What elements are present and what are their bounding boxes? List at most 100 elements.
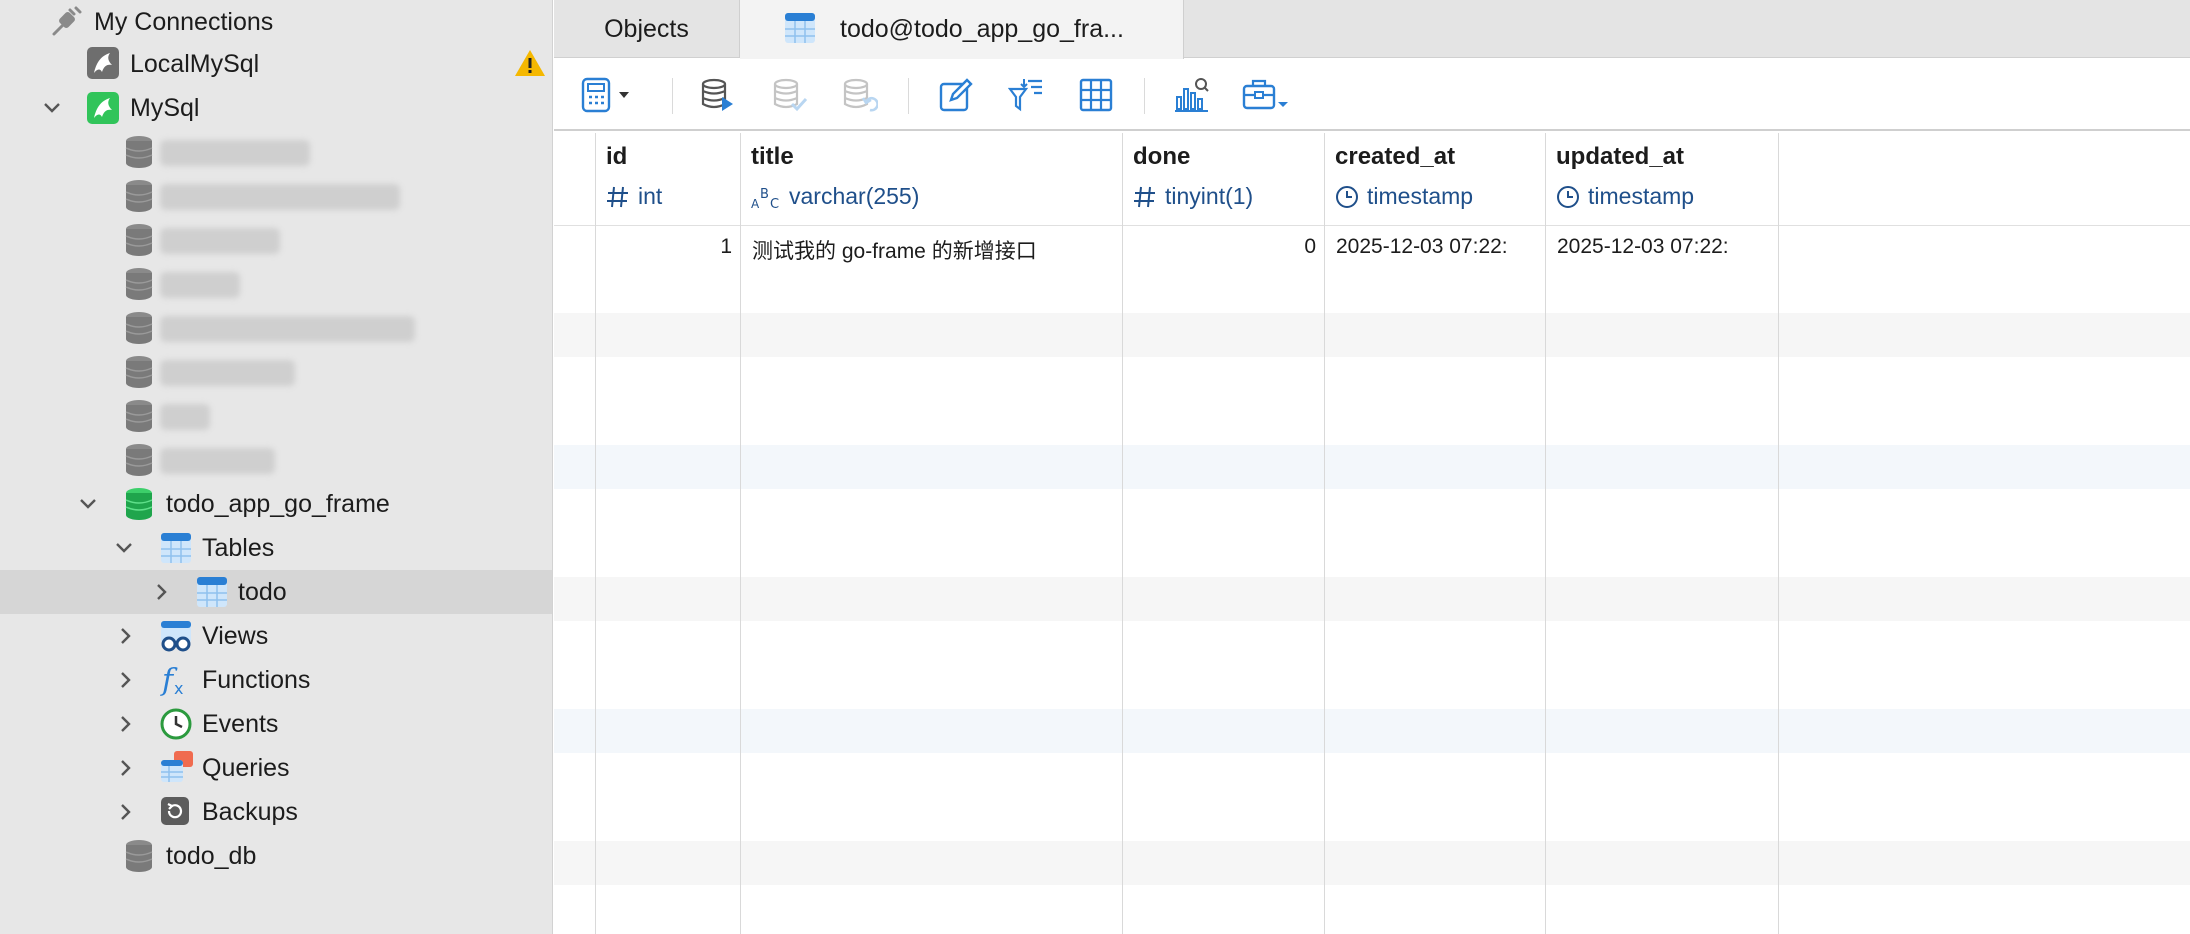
column-divider: [1545, 133, 1546, 934]
connection-mysql[interactable]: MySql: [0, 86, 552, 130]
row-stripe: [554, 445, 2190, 489]
blurred-database-item[interactable]: [0, 350, 552, 394]
tables-group[interactable]: Tables: [0, 526, 552, 570]
chevron-down-icon[interactable]: [76, 492, 100, 516]
cell-done[interactable]: 0: [1122, 235, 1316, 259]
clock-icon: [1336, 185, 1358, 208]
column-name: done: [1133, 143, 1191, 170]
blurred-database-item[interactable]: [0, 174, 552, 218]
column-type: timestamp: [1556, 183, 1694, 210]
blurred-database-item[interactable]: [0, 438, 552, 482]
tab-objects[interactable]: Objects: [554, 0, 740, 58]
functions-group[interactable]: fx Functions: [0, 658, 552, 702]
hash-icon: [607, 186, 628, 207]
column-header-id[interactable]: id int: [595, 133, 740, 223]
tab-todo-label: todo@todo_app_go_fra...: [840, 15, 1124, 43]
toolbar-separator: [1144, 78, 1145, 114]
column-divider: [1324, 133, 1325, 934]
blurred-database-item[interactable]: [0, 130, 552, 174]
backups-group[interactable]: Backups: [0, 790, 552, 834]
database-check-icon: [773, 78, 808, 112]
queries-label: Queries: [202, 753, 290, 782]
blurred-label: [160, 360, 295, 386]
column-header-title[interactable]: title ABC varchar(255): [740, 133, 1122, 223]
events-group[interactable]: Events: [0, 702, 552, 746]
tab-bar: Objects todo@todo_app_go_fra...: [554, 0, 2190, 59]
table-icon: [197, 577, 227, 607]
tab-todo-table[interactable]: todo@todo_app_go_fra...: [740, 0, 1184, 59]
header-divider: [554, 225, 2190, 226]
toolbox-button[interactable]: [1240, 75, 1292, 115]
text-abc-icon: ABC: [751, 187, 779, 210]
views-group[interactable]: Views: [0, 614, 552, 658]
row-stripe: [554, 709, 2190, 753]
chevron-right-icon[interactable]: [114, 756, 138, 780]
svg-text:A: A: [751, 197, 760, 210]
column-type-label: int: [638, 183, 663, 209]
todo-label: todo: [238, 577, 287, 606]
views-icon: [161, 621, 191, 652]
chevron-down-icon[interactable]: [112, 536, 136, 560]
cell-updated-at[interactable]: 2025-12-03 07:22:: [1557, 235, 1774, 259]
chevron-down-icon[interactable]: [40, 96, 64, 120]
begin-transaction-button[interactable]: [698, 75, 738, 115]
edit-button[interactable]: [936, 75, 976, 115]
plug-icon: [52, 6, 82, 36]
rollback-button[interactable]: [840, 75, 880, 115]
database-icon: [125, 268, 153, 300]
connection-localmysql[interactable]: LocalMySql: [0, 42, 552, 86]
backups-label: Backups: [202, 797, 298, 826]
warning-icon[interactable]: [514, 48, 546, 78]
column-type: int: [606, 183, 662, 210]
chevron-right-icon[interactable]: [114, 800, 138, 824]
calculator-button[interactable]: [576, 75, 616, 115]
data-grid: id int title ABC varchar(255) done tinyi…: [554, 133, 2190, 934]
tab-objects-label: Objects: [604, 14, 689, 43]
column-header-updated-at[interactable]: updated_at timestamp: [1545, 133, 1778, 223]
blurred-database-item[interactable]: [0, 306, 552, 350]
cell-title[interactable]: 测试我的 go-frame 的新增接口: [752, 235, 1114, 265]
chevron-right-icon[interactable]: [114, 668, 138, 692]
database-todo-db[interactable]: todo_db: [0, 834, 552, 878]
grid-view-button[interactable]: [1076, 75, 1116, 115]
database-todo-app-go-frame[interactable]: todo_app_go_frame: [0, 482, 552, 526]
svg-text:C: C: [770, 197, 779, 210]
blurred-label: [160, 272, 240, 298]
cell-created-at[interactable]: 2025-12-03 07:22:: [1336, 235, 1541, 259]
queries-group[interactable]: Queries: [0, 746, 552, 790]
database-undo-icon: [843, 78, 878, 112]
commit-button[interactable]: [770, 75, 810, 115]
calculator-icon: [581, 77, 611, 113]
views-label: Views: [202, 621, 269, 650]
toolbox-icon: [1242, 79, 1288, 110]
column-name: created_at: [1335, 143, 1456, 170]
chart-button[interactable]: [1172, 75, 1212, 115]
filter-sort-button[interactable]: [1006, 75, 1046, 115]
column-header-created-at[interactable]: created_at timestamp: [1324, 133, 1545, 223]
column-header-done[interactable]: done tinyint(1): [1122, 133, 1324, 223]
function-fx-icon: fx: [160, 663, 183, 698]
row-stripe: [554, 577, 2190, 621]
database-icon: [125, 444, 153, 476]
database-icon: [125, 356, 153, 388]
cell-id[interactable]: 1: [595, 235, 732, 259]
grid-icon: [1079, 78, 1113, 112]
database-icon: [125, 840, 153, 872]
calculator-dropdown-button[interactable]: [614, 75, 634, 115]
database-green-icon: [125, 488, 153, 520]
chevron-right-icon[interactable]: [150, 580, 174, 604]
blurred-database-item[interactable]: [0, 394, 552, 438]
blurred-database-item[interactable]: [0, 218, 552, 262]
table-todo[interactable]: todo: [0, 570, 552, 614]
my-connections-group[interactable]: My Connections: [0, 0, 552, 44]
toolbar-separator: [672, 78, 673, 114]
connection-sidebar: My Connections LocalMySql MySql todo_app…: [0, 0, 553, 934]
column-name: updated_at: [1556, 143, 1685, 170]
column-type-label: timestamp: [1367, 183, 1474, 209]
chevron-right-icon[interactable]: [114, 624, 138, 648]
blurred-label: [160, 448, 275, 474]
blurred-database-item[interactable]: [0, 262, 552, 306]
chevron-right-icon[interactable]: [114, 712, 138, 736]
events-label: Events: [202, 709, 279, 738]
column-divider: [740, 133, 741, 934]
